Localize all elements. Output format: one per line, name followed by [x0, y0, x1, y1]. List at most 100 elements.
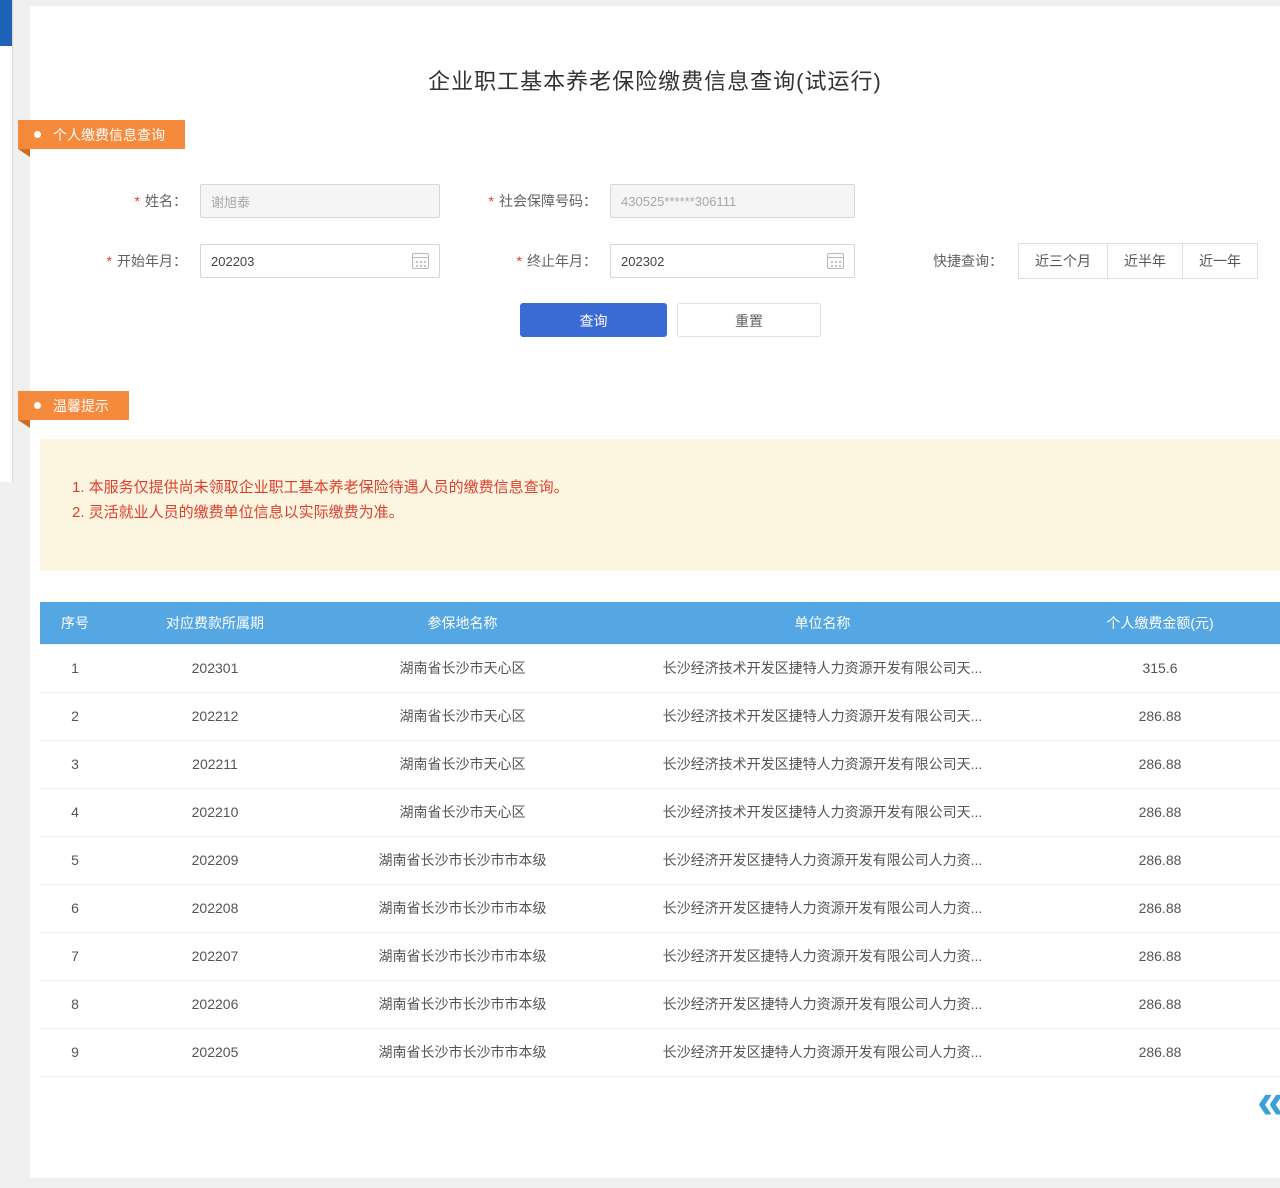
cell-seq: 3	[40, 740, 110, 788]
cell-seq: 9	[40, 1028, 110, 1076]
required-mark: *	[489, 193, 494, 209]
required-mark: *	[107, 253, 112, 269]
cell-area: 湖南省长沙市长沙市市本级	[320, 932, 605, 980]
cell-employer: 长沙经济开发区捷特人力资源开发有限公司人力资...	[605, 932, 1040, 980]
page-title: 企业职工基本养老保险缴费信息查询(试运行)	[30, 64, 1280, 96]
tips-line-1: 1. 本服务仅提供尚未领取企业职工基本养老保险待遇人员的缴费信息查询。	[72, 475, 1250, 500]
cell-period: 202301	[110, 644, 320, 692]
double-left-chevron-icon[interactable]: «	[1257, 1077, 1280, 1127]
cell-period: 202205	[110, 1028, 320, 1076]
start-month-field[interactable]: 202203	[200, 244, 440, 278]
tips-line-2: 2. 灵活就业人员的缴费单位信息以实际缴费为准。	[72, 500, 1250, 525]
cell-employer: 长沙经济开发区捷特人力资源开发有限公司人力资...	[605, 884, 1040, 932]
section-badge-tips: 温馨提示	[18, 391, 129, 420]
cell-employer: 长沙经济开发区捷特人力资源开发有限公司人力资...	[605, 980, 1040, 1028]
cell-period: 202209	[110, 836, 320, 884]
name-label: *姓名：	[85, 184, 187, 218]
cell-period: 202208	[110, 884, 320, 932]
table-row: 6 202208 湖南省长沙市长沙市市本级 长沙经济开发区捷特人力资源开发有限公…	[40, 884, 1280, 932]
sidebar-accent-bar	[0, 0, 12, 46]
quick-btn-3months[interactable]: 近三个月	[1018, 243, 1108, 279]
calendar-icon[interactable]	[827, 253, 844, 269]
cell-amount: 286.88	[1040, 980, 1280, 1028]
page: 企业职工基本养老保险缴费信息查询(试运行) 个人缴费信息查询 *姓名： 谢旭泰 …	[0, 0, 1280, 1188]
section-badge-query: 个人缴费信息查询	[18, 120, 185, 149]
cell-seq: 6	[40, 884, 110, 932]
cell-period: 202210	[110, 788, 320, 836]
cell-period: 202206	[110, 980, 320, 1028]
col-header-seq: 序号	[40, 602, 110, 644]
results-table: 序号 对应费款所属期 参保地名称 单位名称 个人缴费金额(元) 1 202301…	[40, 602, 1280, 1077]
table-row: 2 202212 湖南省长沙市天心区 长沙经济技术开发区捷特人力资源开发有限公司…	[40, 692, 1280, 740]
cell-employer: 长沙经济开发区捷特人力资源开发有限公司人力资...	[605, 1028, 1040, 1076]
table-header-row: 序号 对应费款所属期 参保地名称 单位名称 个人缴费金额(元)	[40, 602, 1280, 644]
start-month-label: *开始年月：	[85, 244, 187, 278]
table-row: 9 202205 湖南省长沙市长沙市市本级 长沙经济开发区捷特人力资源开发有限公…	[40, 1028, 1280, 1076]
cell-amount: 286.88	[1040, 692, 1280, 740]
reset-button[interactable]: 重置	[677, 303, 821, 337]
col-header-employer: 单位名称	[605, 602, 1040, 644]
cell-seq: 8	[40, 980, 110, 1028]
end-month-value: 202302	[621, 254, 827, 269]
quick-query-group: 近三个月 近半年 近一年	[1018, 243, 1258, 279]
cell-seq: 7	[40, 932, 110, 980]
table-row: 5 202209 湖南省长沙市长沙市市本级 长沙经济开发区捷特人力资源开发有限公…	[40, 836, 1280, 884]
cell-employer: 长沙经济技术开发区捷特人力资源开发有限公司天...	[605, 788, 1040, 836]
section-badge-tips-label: 温馨提示	[53, 396, 109, 416]
cell-area: 湖南省长沙市长沙市市本级	[320, 1028, 605, 1076]
required-mark: *	[517, 253, 522, 269]
required-mark: *	[135, 193, 140, 209]
quick-btn-halfyear[interactable]: 近半年	[1107, 243, 1183, 279]
quick-btn-oneyear[interactable]: 近一年	[1182, 243, 1258, 279]
cell-area: 湖南省长沙市天心区	[320, 788, 605, 836]
cell-period: 202207	[110, 932, 320, 980]
cell-amount: 286.88	[1040, 884, 1280, 932]
cell-area: 湖南省长沙市天心区	[320, 644, 605, 692]
ssn-value: 430525******306111	[621, 194, 844, 209]
name-value: 谢旭泰	[211, 192, 429, 211]
end-month-label: *终止年月：	[460, 244, 597, 278]
tips-panel: 1. 本服务仅提供尚未领取企业职工基本养老保险待遇人员的缴费信息查询。 2. 灵…	[40, 439, 1280, 571]
cell-amount: 286.88	[1040, 1028, 1280, 1076]
cell-seq: 4	[40, 788, 110, 836]
cell-seq: 5	[40, 836, 110, 884]
cell-employer: 长沙经济技术开发区捷特人力资源开发有限公司天...	[605, 644, 1040, 692]
table-row: 1 202301 湖南省长沙市天心区 长沙经济技术开发区捷特人力资源开发有限公司…	[40, 644, 1280, 692]
bullet-icon	[34, 402, 41, 409]
cell-seq: 1	[40, 644, 110, 692]
table-row: 7 202207 湖南省长沙市长沙市市本级 长沙经济开发区捷特人力资源开发有限公…	[40, 932, 1280, 980]
cell-amount: 286.88	[1040, 836, 1280, 884]
cell-employer: 长沙经济开发区捷特人力资源开发有限公司人力资...	[605, 836, 1040, 884]
cell-amount: 286.88	[1040, 740, 1280, 788]
ssn-field[interactable]: 430525******306111	[610, 184, 855, 218]
name-field[interactable]: 谢旭泰	[200, 184, 440, 218]
query-button[interactable]: 查询	[520, 303, 667, 337]
bullet-icon	[34, 131, 41, 138]
cell-amount: 286.88	[1040, 788, 1280, 836]
calendar-icon[interactable]	[412, 253, 429, 269]
cell-seq: 2	[40, 692, 110, 740]
start-month-value: 202203	[211, 254, 412, 269]
cell-amount: 286.88	[1040, 932, 1280, 980]
col-header-amount: 个人缴费金额(元)	[1040, 602, 1280, 644]
col-header-area: 参保地名称	[320, 602, 605, 644]
cell-period: 202212	[110, 692, 320, 740]
section-badge-query-label: 个人缴费信息查询	[53, 125, 165, 145]
main-panel: 企业职工基本养老保险缴费信息查询(试运行) 个人缴费信息查询 *姓名： 谢旭泰 …	[30, 6, 1280, 1178]
table-row: 8 202206 湖南省长沙市长沙市市本级 长沙经济开发区捷特人力资源开发有限公…	[40, 980, 1280, 1028]
ssn-label: *社会保障号码：	[460, 184, 597, 218]
table-row: 4 202210 湖南省长沙市天心区 长沙经济技术开发区捷特人力资源开发有限公司…	[40, 788, 1280, 836]
results-table-wrap: 序号 对应费款所属期 参保地名称 单位名称 个人缴费金额(元) 1 202301…	[40, 602, 1280, 1077]
cell-area: 湖南省长沙市长沙市市本级	[320, 836, 605, 884]
cell-period: 202211	[110, 740, 320, 788]
cell-area: 湖南省长沙市长沙市市本级	[320, 980, 605, 1028]
left-rail	[0, 0, 13, 482]
end-month-field[interactable]: 202302	[610, 244, 855, 278]
cell-area: 湖南省长沙市长沙市市本级	[320, 884, 605, 932]
cell-amount: 315.6	[1040, 644, 1280, 692]
table-body: 1 202301 湖南省长沙市天心区 长沙经济技术开发区捷特人力资源开发有限公司…	[40, 644, 1280, 1076]
cell-employer: 长沙经济技术开发区捷特人力资源开发有限公司天...	[605, 692, 1040, 740]
col-header-period: 对应费款所属期	[110, 602, 320, 644]
cell-area: 湖南省长沙市天心区	[320, 740, 605, 788]
cell-employer: 长沙经济技术开发区捷特人力资源开发有限公司天...	[605, 740, 1040, 788]
